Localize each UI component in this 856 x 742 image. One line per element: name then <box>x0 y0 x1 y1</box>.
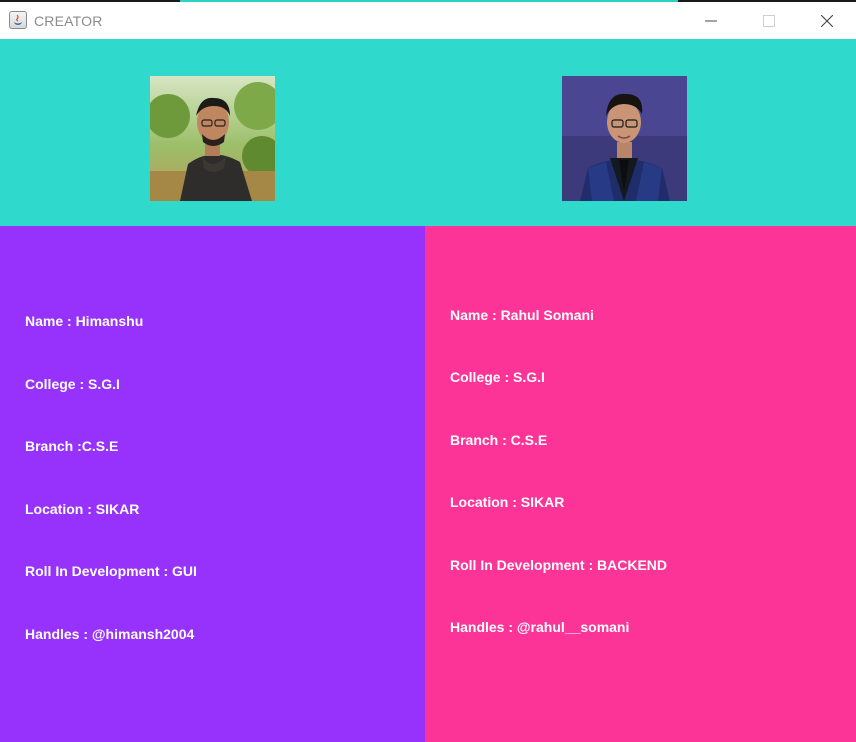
creator-college: College : S.G.I <box>25 376 120 392</box>
creator-location: Location : SIKAR <box>450 494 565 510</box>
creator-name: Name : Himanshu <box>25 313 144 329</box>
close-icon <box>821 15 833 27</box>
titlebar-accent-line <box>180 0 678 2</box>
person-photo-formal <box>562 76 687 201</box>
creator-card-rahul: Name : Rahul Somani College : S.G.I Bran… <box>425 226 856 742</box>
creator-card-himanshu: Name : Himanshu College : S.G.I Branch :… <box>0 226 425 742</box>
creator-college: College : S.G.I <box>450 369 545 385</box>
creator-handles: Handles : @himansh2004 <box>25 626 195 642</box>
creator-branch: Branch :C.S.E <box>25 438 119 454</box>
minimize-button[interactable] <box>682 2 740 39</box>
maximize-button[interactable] <box>740 2 798 39</box>
minimize-icon <box>705 20 717 22</box>
header-band <box>0 39 856 226</box>
close-button[interactable] <box>798 2 856 39</box>
creator-name: Name : Rahul Somani <box>450 307 594 323</box>
creator-photo-rahul <box>562 76 687 201</box>
maximize-icon <box>763 15 775 27</box>
window-titlebar[interactable]: CREATOR <box>0 0 856 39</box>
java-app-icon[interactable] <box>9 11 27 29</box>
person-photo-outdoor <box>150 76 275 201</box>
creator-branch: Branch : C.S.E <box>450 432 548 448</box>
creator-location: Location : SIKAR <box>25 501 140 517</box>
creator-role: Roll In Development : GUI <box>25 563 197 579</box>
creator-handles: Handles : @rahul__somani <box>450 619 630 635</box>
creator-photo-himanshu <box>150 76 275 201</box>
window-title: CREATOR <box>34 13 103 29</box>
creator-role: Roll In Development : BACKEND <box>450 557 668 573</box>
